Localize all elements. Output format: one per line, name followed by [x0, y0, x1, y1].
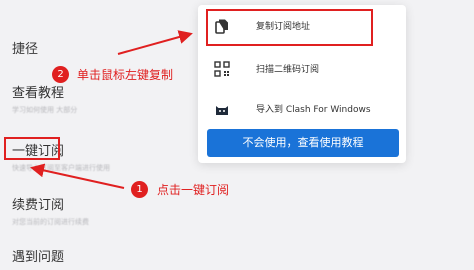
arrow-to-copy	[117, 30, 193, 55]
step-2-badge: 2	[52, 66, 69, 83]
step-2-text: 单击鼠标左键复制	[77, 68, 174, 82]
step-1-text: 点击一键订阅	[157, 183, 230, 197]
arrow-to-one-click	[30, 163, 125, 189]
step-1-badge: 1	[131, 181, 148, 198]
annotation-arrows	[30, 30, 193, 189]
